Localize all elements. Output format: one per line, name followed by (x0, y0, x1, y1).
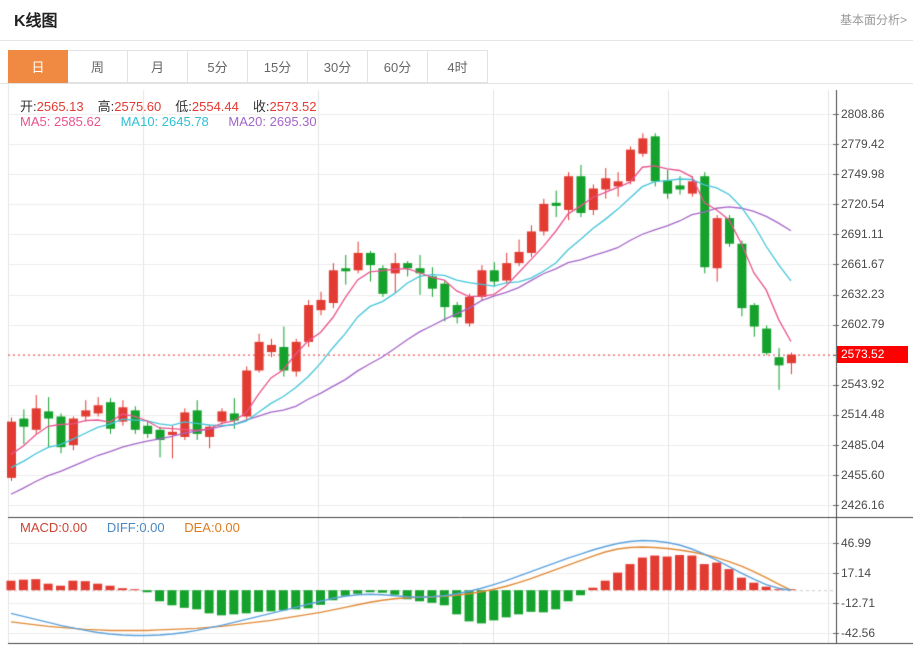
tab-5分[interactable]: 5分 (188, 50, 248, 83)
ohlc-readout: 开:2565.13 高:2575.60 低:2554.44 收:2573.52 (20, 96, 331, 115)
ma20-readout: MA20: 2695.30 (228, 114, 317, 129)
price-tick-label: 2720.54 (841, 196, 885, 211)
close-value: 2573.52 (269, 99, 317, 114)
macd-readout: MACD:0.00 DIFF:0.00 DEA:0.00 (20, 520, 240, 535)
price-tick-label: 2426.16 (841, 497, 885, 512)
open-label: 开: (20, 99, 37, 114)
tab-60分[interactable]: 60分 (368, 50, 428, 83)
price-tick-label: 2543.92 (841, 377, 885, 392)
tab-15分[interactable]: 15分 (248, 50, 308, 83)
header-divider (0, 40, 913, 41)
fundamental-analysis-link[interactable]: 基本面分析> (840, 11, 907, 28)
price-tick-label: 2808.86 (841, 106, 885, 121)
interval-tabbar: 日周月 5分 15分 30分 60分 4时 (8, 50, 488, 83)
macd-tick-label: -42.56 (841, 625, 876, 640)
kline-widget: K线图 基本面分析> 日周月 5分 15分 30分 60分 4时 开:2565.13 高:2… (0, 0, 913, 651)
dea-value: DEA:0.00 (184, 520, 240, 535)
price-tick-label: 2514.48 (841, 407, 885, 422)
price-tick-label: 2602.79 (841, 317, 885, 332)
tab-月[interactable]: 月 (128, 50, 188, 83)
tab-4时[interactable]: 4时 (428, 50, 488, 83)
macd-value: MACD:0.00 (20, 520, 88, 535)
ma10-readout: MA10: 2645.78 (120, 114, 209, 129)
ma-readout: MA5: 2585.62 MA10: 2645.78 MA20: 2695.30 (20, 114, 317, 129)
diff-value: DIFF:0.00 (106, 520, 165, 535)
last-price-flag: 2573.52 (837, 346, 908, 364)
high-label: 高: (97, 99, 115, 114)
high-value: 2575.60 (114, 99, 162, 114)
price-tick-label: 2749.98 (841, 166, 885, 181)
page-title: K线图 (14, 13, 58, 30)
macd-tick-label: 17.14 (841, 565, 872, 580)
price-tick-label: 2485.04 (841, 437, 885, 452)
price-tick-label: 2691.11 (841, 226, 884, 241)
low-value: 2554.44 (191, 99, 239, 114)
price-tick-label: 2632.23 (841, 287, 885, 302)
price-tick-label: 2779.42 (841, 136, 885, 151)
tab-日[interactable]: 日 (8, 50, 68, 83)
tabbar-underline (0, 83, 913, 84)
low-label: 低: (175, 99, 192, 114)
tab-周[interactable]: 周 (68, 50, 128, 83)
macd-tick-label: 46.99 (841, 535, 872, 550)
open-value: 2565.13 (36, 99, 84, 114)
close-label: 收: (252, 99, 270, 114)
price-tick-label: 2661.67 (841, 256, 885, 271)
ma5-readout: MA5: 2585.62 (20, 114, 101, 129)
tab-30分[interactable]: 30分 (308, 50, 368, 83)
macd-tick-label: -12.71 (841, 595, 876, 610)
price-tick-label: 2455.60 (841, 467, 885, 482)
